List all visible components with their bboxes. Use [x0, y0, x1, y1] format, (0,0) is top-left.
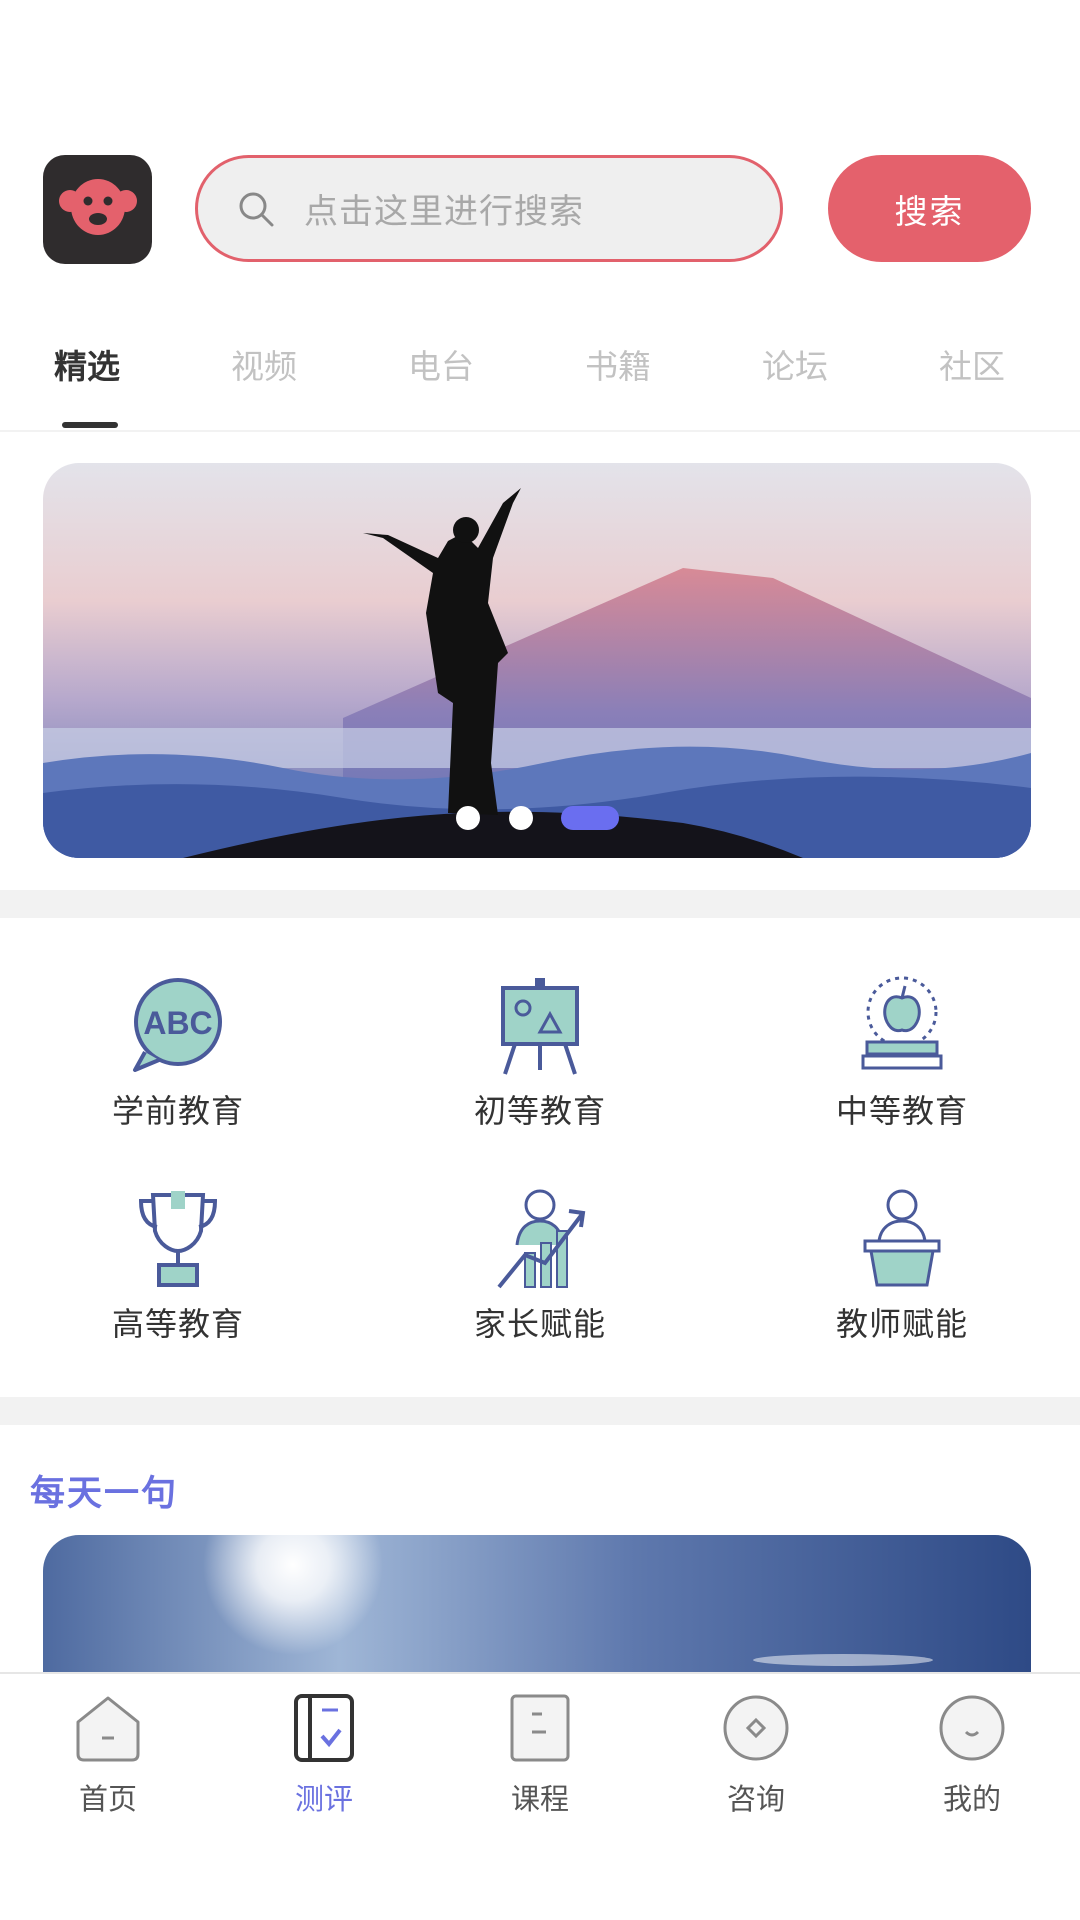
- category-label: 学前教育: [111, 1092, 244, 1130]
- profile-icon: [939, 1695, 1005, 1761]
- search-button[interactable]: 搜索: [828, 155, 1031, 262]
- active-tab-indicator: [62, 422, 118, 428]
- nav-label: 测评: [294, 1782, 353, 1816]
- nav-label: 课程: [510, 1782, 569, 1816]
- nav-label: 我的: [942, 1782, 1001, 1816]
- svg-text:ABC: ABC: [143, 1005, 212, 1041]
- app-logo[interactable]: [43, 155, 152, 264]
- trophy-icon: [138, 1191, 218, 1287]
- nav-assessment[interactable]: 测评: [249, 1692, 399, 1818]
- section-divider: [0, 890, 1080, 918]
- search-icon: [239, 192, 274, 226]
- nav-profile[interactable]: 我的: [897, 1692, 1047, 1818]
- category-tabs: 精选 视频 电台 书籍 论坛 社区: [0, 322, 1080, 432]
- course-icon: [510, 1694, 570, 1762]
- nav-home[interactable]: 首页: [33, 1692, 183, 1818]
- tab-featured[interactable]: 精选: [54, 340, 120, 388]
- category-label: 高等教育: [111, 1305, 244, 1343]
- tab-radio[interactable]: 电台: [408, 340, 474, 388]
- category-higher[interactable]: 高等教育: [58, 1183, 298, 1345]
- teacher-podium-icon: [863, 1189, 941, 1287]
- monkey-logo-icon: [58, 178, 137, 235]
- home-icon: [76, 1696, 140, 1762]
- category-secondary[interactable]: 中等教育: [782, 970, 1022, 1132]
- category-parent[interactable]: 家长赋能: [420, 1183, 660, 1345]
- category-preschool[interactable]: ABC 学前教育: [58, 970, 298, 1132]
- search-placeholder: 点击这里进行搜索: [304, 192, 584, 232]
- carousel-dot[interactable]: [509, 806, 533, 830]
- banner-image: [43, 463, 1031, 858]
- bottom-navigation: 首页 测评 课程 咨询 我的: [0, 1672, 1080, 1920]
- nav-consult[interactable]: 咨询: [681, 1692, 831, 1818]
- category-label: 家长赋能: [473, 1305, 606, 1343]
- nav-label: 咨询: [726, 1782, 785, 1816]
- tab-forum[interactable]: 论坛: [762, 340, 828, 388]
- tab-video[interactable]: 视频: [231, 340, 297, 388]
- category-label: 教师赋能: [835, 1305, 968, 1343]
- carousel-dot-active[interactable]: [561, 806, 619, 830]
- abc-bubble-icon: ABC: [133, 978, 222, 1072]
- category-label: 初等教育: [473, 1092, 606, 1130]
- banner-carousel[interactable]: [43, 463, 1031, 858]
- search-input[interactable]: 点击这里进行搜索: [195, 155, 783, 262]
- nav-course[interactable]: 课程: [465, 1692, 615, 1818]
- tab-books[interactable]: 书籍: [585, 340, 651, 388]
- nav-label: 首页: [78, 1782, 137, 1816]
- daily-quote-title: 每天一句: [30, 1474, 179, 1514]
- easel-icon: [501, 978, 579, 1075]
- category-label: 中等教育: [835, 1092, 968, 1130]
- consult-icon: [723, 1695, 789, 1761]
- tab-community[interactable]: 社区: [939, 340, 1005, 388]
- category-teacher[interactable]: 教师赋能: [782, 1183, 1022, 1345]
- section-divider: [0, 1397, 1080, 1425]
- apple-books-icon: [861, 976, 943, 1070]
- category-primary[interactable]: 初等教育: [420, 970, 660, 1132]
- carousel-dot[interactable]: [456, 806, 480, 830]
- growth-chart-person-icon: [497, 1189, 586, 1289]
- assessment-icon: [294, 1694, 354, 1762]
